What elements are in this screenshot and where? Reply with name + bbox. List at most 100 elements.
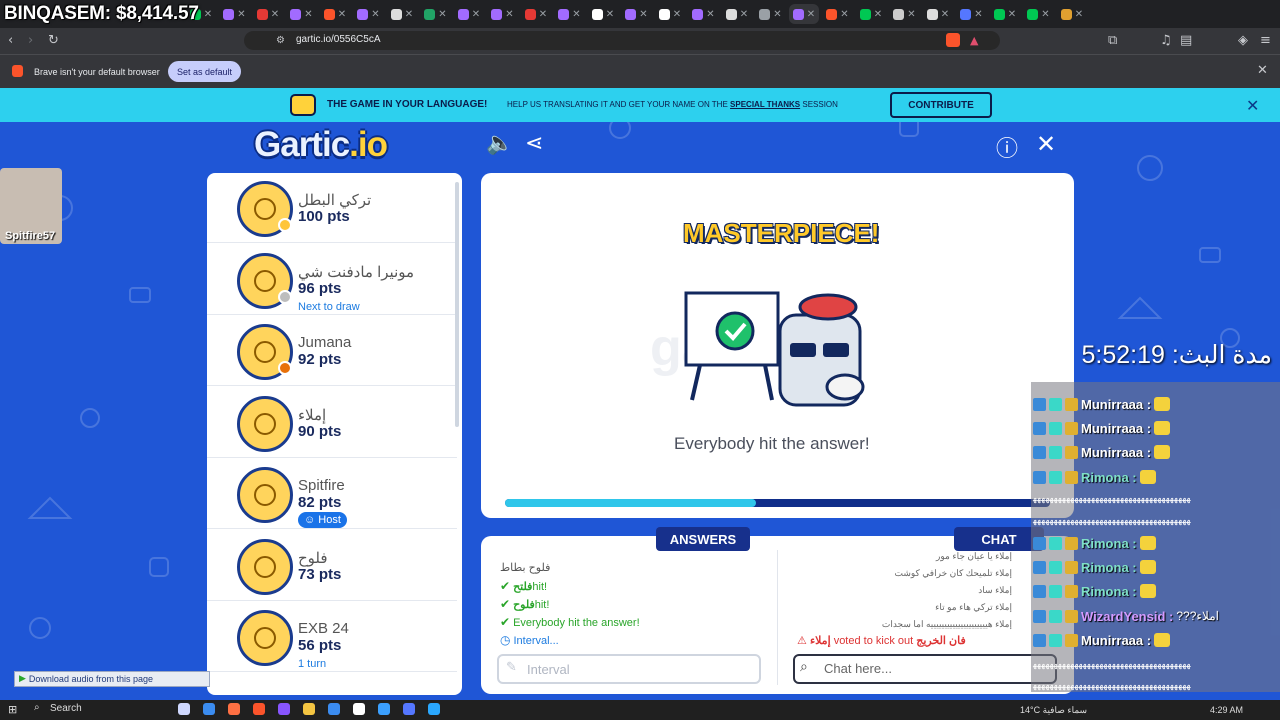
sidebar-icon[interactable]: ▤ — [1180, 33, 1192, 49]
player-row[interactable]: Jumana 92 pts — [207, 316, 457, 386]
reload-icon[interactable]: ↻ — [48, 33, 59, 49]
browser-tab[interactable]: ✕ — [1024, 4, 1054, 24]
tab-close-icon[interactable]: ✕ — [338, 9, 346, 20]
banner-close-icon[interactable]: ✕ — [1246, 96, 1259, 115]
browser-tab[interactable]: ✕ — [454, 4, 484, 24]
tab-close-icon[interactable]: ✕ — [874, 9, 882, 20]
info-icon[interactable]: ⓘ — [996, 131, 1018, 163]
brave-rewards-icon[interactable]: ▲ — [970, 34, 978, 47]
set-as-default-button[interactable]: Set as default — [168, 61, 241, 82]
browser-tab[interactable]: ✕ — [220, 4, 250, 24]
browser-tab[interactable]: ✕ — [421, 4, 451, 24]
browser-tab[interactable]: ✕ — [488, 4, 518, 24]
tab-close-icon[interactable]: ✕ — [1075, 9, 1083, 20]
browser-tab[interactable]: ✕ — [253, 4, 283, 24]
windows-start-icon[interactable]: ⊞ — [8, 703, 17, 716]
player-row[interactable]: فلوح 73 pts — [207, 531, 457, 601]
player-row[interactable]: Spitfire 82 pts ☺ Host — [207, 459, 457, 529]
browser-tab[interactable]: ✕ — [521, 4, 551, 24]
tab-close-icon[interactable]: ✕ — [974, 9, 982, 20]
browser-tab[interactable]: ✕ — [823, 4, 853, 24]
tab-close-icon[interactable]: ✕ — [438, 9, 446, 20]
brave-shields-icon[interactable] — [946, 33, 960, 47]
url-text[interactable]: gartic.io/0556C5cA — [296, 34, 381, 45]
taskbar-app-icon[interactable] — [353, 703, 365, 715]
tab-close-icon[interactable]: ✕ — [941, 9, 949, 20]
browser-tab[interactable]: ✕ — [1057, 4, 1087, 24]
browser-tab[interactable]: ✕ — [923, 4, 953, 24]
tab-close-icon[interactable]: ✕ — [807, 9, 815, 20]
players-scrollbar[interactable] — [455, 182, 459, 427]
tab-close-icon[interactable]: ✕ — [271, 9, 279, 20]
forward-icon[interactable]: › — [28, 33, 33, 49]
back-icon[interactable]: ‹ — [8, 33, 13, 49]
taskbar-weather[interactable]: 14°C سماء صافية — [1020, 705, 1087, 716]
browser-tab[interactable]: ✕ — [555, 4, 585, 24]
tab-close-icon[interactable]: ✕ — [673, 9, 681, 20]
tab-close-icon[interactable]: ✕ — [639, 9, 647, 20]
tab-close-icon[interactable]: ✕ — [606, 9, 614, 20]
tab-close-icon[interactable]: ✕ — [405, 9, 413, 20]
taskbar-app-icon[interactable] — [278, 703, 290, 715]
tab-close-icon[interactable]: ✕ — [204, 9, 212, 20]
tab-close-icon[interactable]: ✕ — [1008, 9, 1016, 20]
browser-tab[interactable]: ✕ — [655, 4, 685, 24]
tab-close-icon[interactable]: ✕ — [371, 9, 379, 20]
browser-tab[interactable]: ✕ — [387, 4, 417, 24]
tab-close-icon[interactable]: ✕ — [1041, 9, 1049, 20]
download-audio-label: Download audio from this page — [28, 674, 153, 684]
tab-close-icon[interactable]: ✕ — [304, 9, 312, 20]
taskbar-app-icon[interactable] — [253, 703, 265, 715]
exit-icon[interactable]: ✕ — [1036, 130, 1056, 158]
tab-close-icon[interactable]: ✕ — [539, 9, 547, 20]
media-icon[interactable]: ♫ — [1160, 33, 1172, 49]
taskbar-app-icon[interactable] — [403, 703, 415, 715]
tab-close-icon[interactable]: ✕ — [706, 9, 714, 20]
taskbar-search[interactable]: Search — [50, 703, 82, 714]
taskbar-app-icon[interactable] — [428, 703, 440, 715]
extensions-icon[interactable]: ⧉ — [1108, 33, 1117, 49]
taskbar-app-icon[interactable] — [328, 703, 340, 715]
taskbar-app-icon[interactable] — [228, 703, 240, 715]
share-icon[interactable]: ⋖ — [525, 131, 543, 156]
tab-close-icon[interactable]: ✕ — [740, 9, 748, 20]
taskbar-app-icon[interactable] — [378, 703, 390, 715]
answers-tab[interactable]: ANSWERS — [656, 527, 750, 551]
browser-tab[interactable]: ✕ — [588, 4, 618, 24]
tab-close-icon[interactable]: ✕ — [472, 9, 480, 20]
taskbar-app-icon[interactable] — [178, 703, 190, 715]
browser-tab[interactable]: ✕ — [622, 4, 652, 24]
player-row[interactable]: مونيرا مادفنت شي 96 pts Next to draw — [207, 245, 457, 315]
tab-close-icon[interactable]: ✕ — [773, 9, 781, 20]
tab-close-icon[interactable]: ✕ — [237, 9, 245, 20]
browser-tab[interactable]: ✕ — [856, 4, 886, 24]
tab-close-icon[interactable]: ✕ — [840, 9, 848, 20]
taskbar-app-icon[interactable] — [303, 703, 315, 715]
browser-tab[interactable]: ✕ — [320, 4, 350, 24]
browser-tab[interactable]: ✕ — [789, 4, 819, 24]
browser-tab[interactable]: ✕ — [689, 4, 719, 24]
browser-tab[interactable]: ✕ — [287, 4, 317, 24]
tab-close-icon[interactable]: ✕ — [907, 9, 915, 20]
sound-icon[interactable]: 🔈 — [486, 131, 513, 156]
browser-tab[interactable]: ✕ — [890, 4, 920, 24]
vpn-icon[interactable]: ◈ — [1238, 33, 1248, 49]
tab-close-icon[interactable]: ✕ — [505, 9, 513, 20]
browser-tab[interactable]: ✕ — [756, 4, 786, 24]
tab-close-icon[interactable]: ✕ — [572, 9, 580, 20]
browser-tab[interactable]: ✕ — [354, 4, 384, 24]
taskbar-clock[interactable]: 4:29 AM — [1210, 705, 1243, 715]
download-audio-button[interactable]: ▶ Download audio from this page — [14, 671, 210, 687]
contribute-button[interactable]: CONTRIBUTE — [890, 92, 992, 118]
browser-tab[interactable]: ✕ — [722, 4, 752, 24]
browser-tab[interactable]: ✕ — [990, 4, 1020, 24]
infobar-close-icon[interactable]: ✕ — [1257, 63, 1268, 79]
site-info-icon[interactable]: ⚙ — [276, 33, 285, 49]
player-row[interactable]: إملاء 90 pts — [207, 388, 457, 458]
taskbar-app-icon[interactable] — [203, 703, 215, 715]
browser-tab[interactable]: ✕ — [957, 4, 987, 24]
special-thanks-link[interactable]: SPECIAL THANKS — [730, 100, 800, 109]
player-row[interactable]: تركي البطل 100 pts — [207, 173, 457, 243]
player-row[interactable]: EXB 24 56 pts 1 turn — [207, 602, 457, 672]
menu-icon[interactable]: ≡ — [1260, 33, 1271, 49]
